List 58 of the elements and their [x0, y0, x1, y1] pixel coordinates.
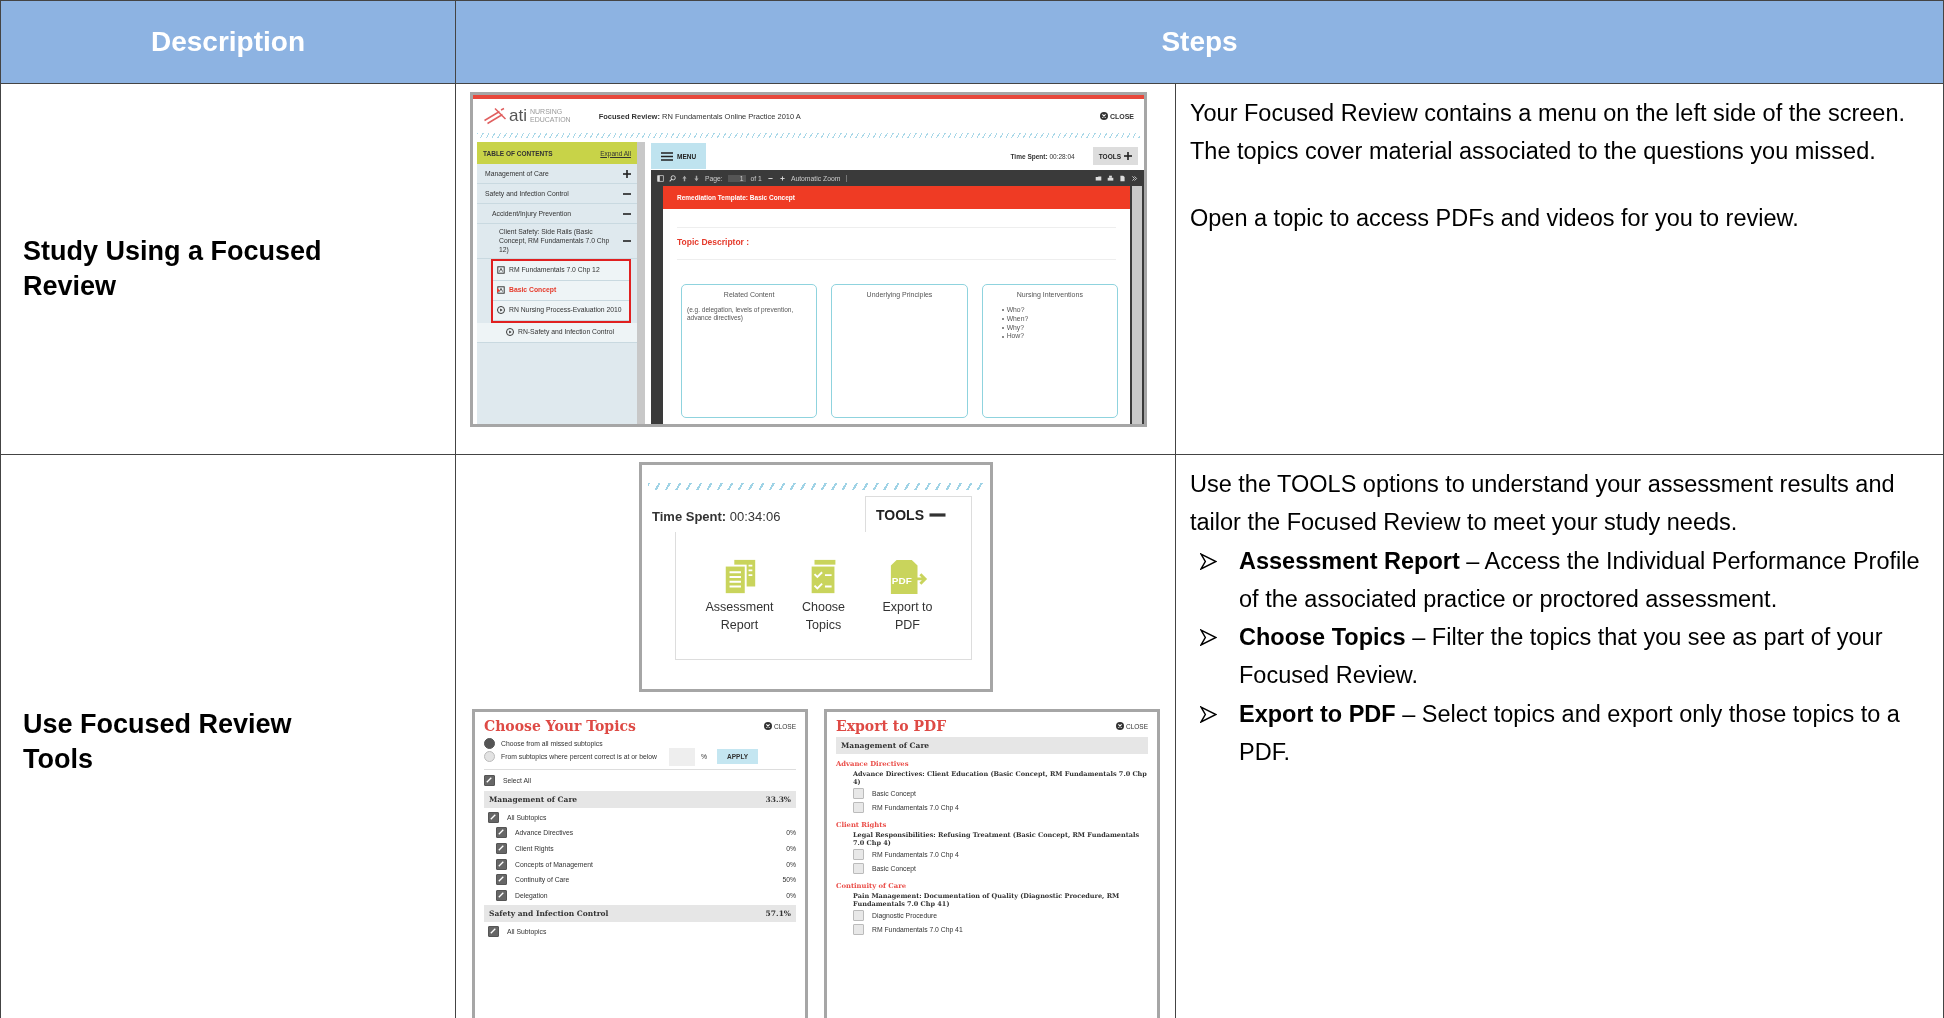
tool-option[interactable]: PDF Export to PDF: [868, 558, 947, 659]
tool-option[interactable]: Choose Topics: [784, 558, 863, 659]
pdf-document-icon: [497, 266, 505, 274]
bullet-text: Export to PDF – Select topics and export only those topics to a PDF.: [1239, 699, 1901, 768]
up-arrow-icon[interactable]: [681, 174, 688, 182]
down-arrow-icon[interactable]: [693, 174, 700, 182]
section-heading: Topic Descriptor :: [677, 227, 1116, 260]
time-spent: Time Spent: 00:34:06: [652, 509, 781, 526]
arrow-bullet-icon: [1200, 705, 1217, 723]
selected-marker-icon: [497, 287, 500, 293]
print-icon[interactable]: [1107, 174, 1114, 182]
checkbox[interactable]: [484, 775, 495, 787]
close-icon: [763, 722, 772, 730]
scrollbar[interactable]: [1132, 186, 1142, 424]
tools-tab[interactable]: TOOLS: [865, 496, 972, 532]
checkbox[interactable]: [853, 788, 864, 800]
column-header: Steps: [456, 0, 1944, 84]
pdf-document-icon: [497, 286, 505, 294]
radio-button[interactable]: [484, 751, 495, 762]
tool-option[interactable]: Assessment Report: [700, 558, 779, 659]
logo-text: ati: [509, 106, 527, 126]
arrow-bullet-icon: [1200, 629, 1217, 647]
close-icon: [1115, 722, 1124, 730]
zoom-in-icon[interactable]: [778, 174, 786, 182]
column-header: Description: [1, 0, 456, 84]
step-title: Use Focused Review Tools: [23, 707, 293, 776]
checkbox[interactable]: [496, 874, 507, 886]
arrow-bullet-icon: [1200, 552, 1217, 570]
checkbox[interactable]: [496, 858, 507, 870]
dialog-title: Export to PDF: [836, 718, 947, 734]
instruction-paragraph: Your Focused Review contains a menu on the left side of the screen. The topics cover material associated to the questions you missed.: [1190, 99, 1906, 167]
plus-icon[interactable]: [623, 169, 631, 178]
dialog-title: Choose Your Topics: [484, 718, 636, 734]
search-icon[interactable]: [669, 174, 676, 182]
checkbox[interactable]: [496, 827, 507, 839]
step-title: Study Using a Focused Review: [23, 234, 323, 303]
play-icon: [506, 328, 514, 336]
close-icon: [1099, 112, 1108, 120]
checkbox[interactable]: [853, 924, 864, 936]
double-chevron-icon[interactable]: [1131, 174, 1138, 182]
checkbox[interactable]: [488, 811, 499, 823]
bullet-text: Choose Topics – Filter the topics that you see as part of your Focused Review.: [1239, 623, 1884, 691]
checkbox[interactable]: [853, 910, 864, 922]
checkbox[interactable]: [853, 863, 864, 875]
checkbox[interactable]: [853, 849, 864, 861]
menu-icon: [661, 151, 673, 161]
play-icon: [497, 306, 505, 314]
checkbox[interactable]: [496, 843, 507, 855]
instruction-paragraph: Open a topic to access PDFs and videos for you to review.: [1190, 203, 1800, 233]
instruction-paragraph: Use the TOOLS options to understand your assessment results and tailor the Focused Review to meet your study needs.: [1190, 470, 1896, 538]
sidebar-toggle-icon[interactable]: [657, 174, 664, 182]
bullet-text: Assessment Report – Access the Individual Performance Profile of the associated practice or proctored assessment.: [1239, 546, 1921, 614]
checkbox[interactable]: [853, 802, 864, 814]
folder-icon[interactable]: [1095, 174, 1102, 182]
document-icon[interactable]: [1119, 174, 1126, 182]
checkbox[interactable]: [496, 889, 507, 901]
checkbox[interactable]: [488, 926, 499, 938]
radio-button[interactable]: [484, 738, 495, 749]
